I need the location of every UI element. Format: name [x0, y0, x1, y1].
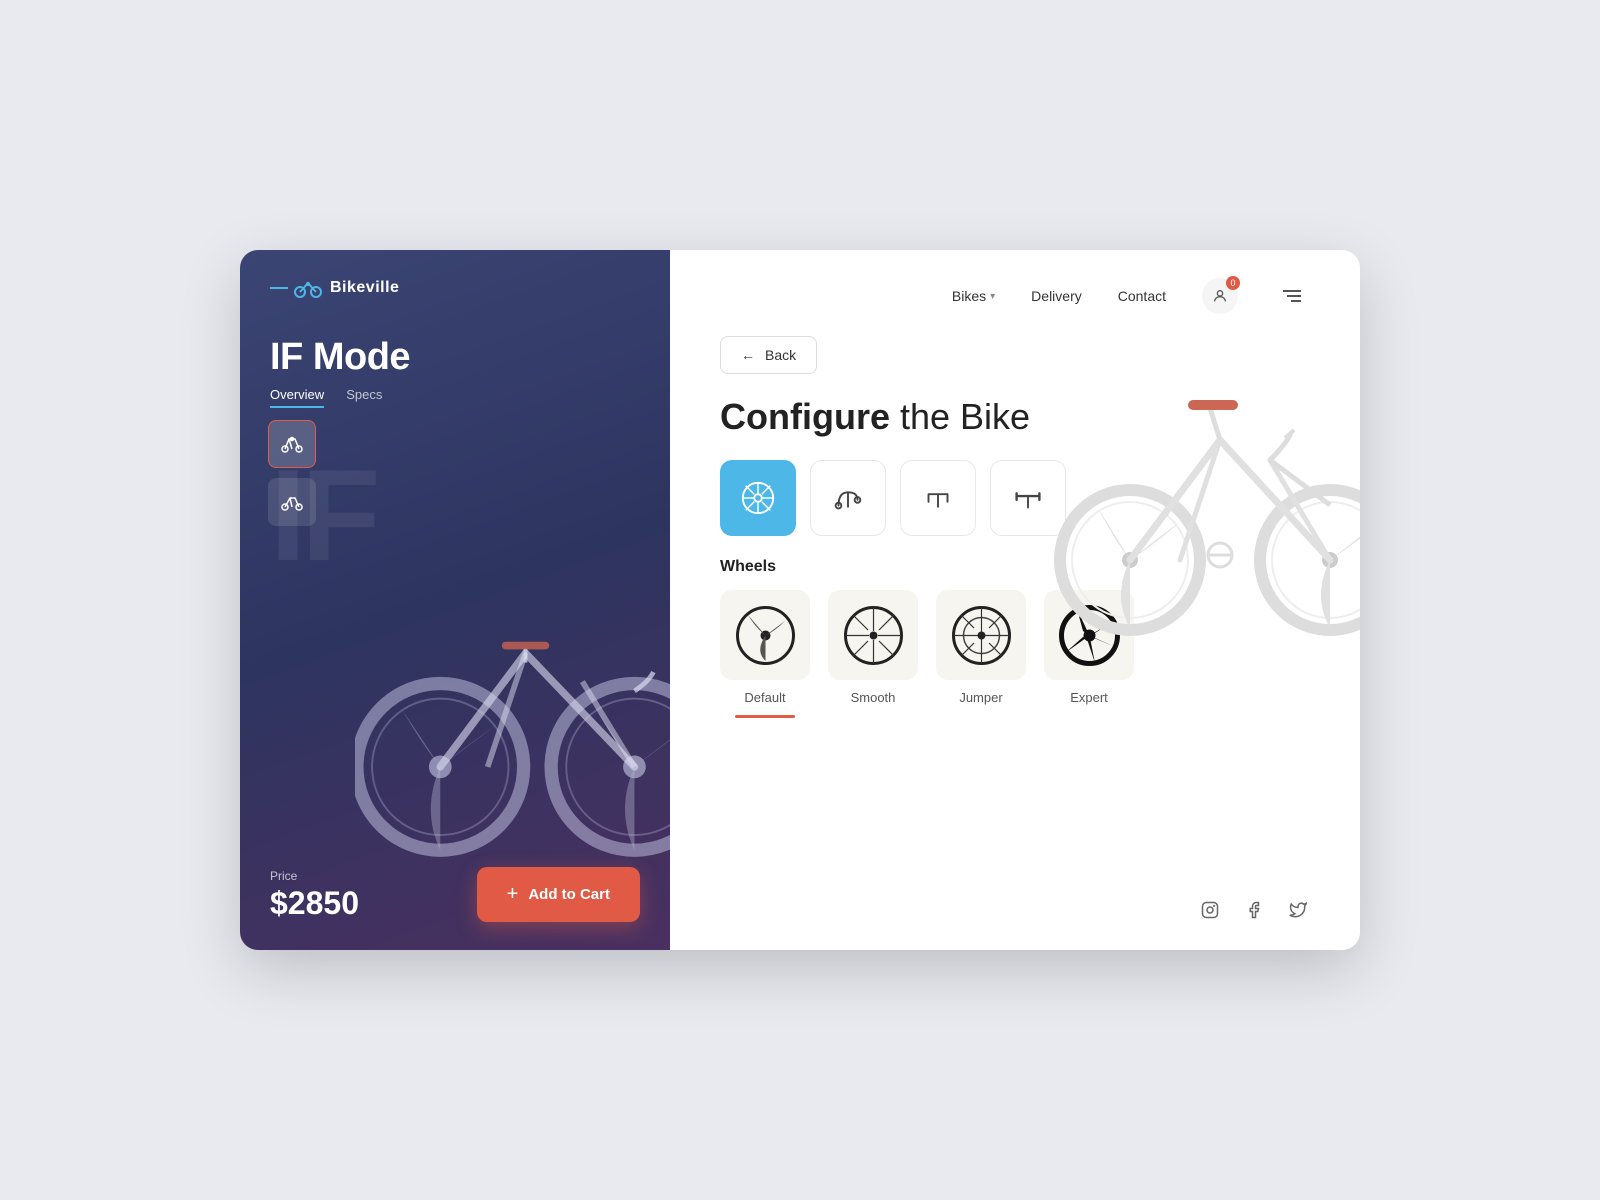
plus-icon: +	[507, 883, 519, 906]
config-icons-row	[720, 460, 1310, 536]
thumb-bike-full[interactable]	[268, 420, 316, 468]
wheel-img-jumper	[936, 590, 1026, 680]
bottom-bar: Price $2850 + Add to Cart	[270, 867, 640, 922]
facebook-icon[interactable]	[1242, 898, 1266, 922]
wheel-img-default	[720, 590, 810, 680]
config-icon-handlebar-curved[interactable]	[810, 460, 886, 536]
nav-contact[interactable]: Contact	[1118, 288, 1166, 304]
config-icon-wheel[interactable]	[720, 460, 796, 536]
wheel-option-default[interactable]: Default	[720, 590, 810, 718]
wheel-underline-jumper	[951, 715, 1011, 718]
logo-area: Bikeville	[270, 278, 640, 298]
wheel-img-expert	[1044, 590, 1134, 680]
wheel-img-smooth	[828, 590, 918, 680]
configure-heading: Configure the Bike	[720, 396, 1310, 438]
cart-badge: 0	[1226, 276, 1240, 290]
right-panel: Bikes ▾ Delivery Contact 0	[670, 250, 1360, 950]
wheel-underline-default	[735, 715, 795, 718]
tab-specs[interactable]: Specs	[346, 387, 382, 408]
tab-overview[interactable]: Overview	[270, 387, 324, 408]
logo-icon	[270, 278, 322, 298]
twitter-icon[interactable]	[1286, 898, 1310, 922]
price-area: Price $2850	[270, 869, 359, 922]
thumbnails	[268, 420, 316, 526]
wheel-label-smooth: Smooth	[851, 690, 896, 705]
instagram-icon[interactable]	[1198, 898, 1222, 922]
wheel-label-jumper: Jumper	[959, 690, 1002, 705]
nav-delivery[interactable]: Delivery	[1031, 288, 1082, 304]
chevron-down-icon: ▾	[990, 291, 995, 302]
wheel-underline-expert	[1059, 715, 1119, 718]
wheels-section-label: Wheels	[720, 558, 1310, 576]
wheel-underline-smooth	[843, 715, 903, 718]
nav-bar: Bikes ▾ Delivery Contact 0	[720, 278, 1310, 314]
nav-bikes[interactable]: Bikes ▾	[952, 288, 995, 304]
price-value: $2850	[270, 885, 359, 922]
wheel-option-expert[interactable]: Expert	[1044, 590, 1134, 718]
product-name: IF Mode	[270, 336, 640, 379]
user-icon-button[interactable]: 0	[1202, 278, 1238, 314]
wheel-label-default: Default	[744, 690, 785, 705]
tabs-row: Overview Specs	[270, 387, 640, 408]
brand-name: Bikeville	[330, 279, 399, 297]
wheel-option-jumper[interactable]: Jumper	[936, 590, 1026, 718]
price-label: Price	[270, 869, 359, 883]
wheel-option-smooth[interactable]: Smooth	[828, 590, 918, 718]
add-to-cart-label: Add to Cart	[528, 886, 610, 903]
config-icon-handlebar-flat[interactable]	[990, 460, 1066, 536]
social-row	[1198, 898, 1310, 922]
main-container: Bikeville IF Mode Overview Specs IF	[240, 250, 1360, 950]
back-button[interactable]: ← Back	[720, 336, 817, 374]
add-to-cart-button[interactable]: + Add to Cart	[477, 867, 640, 922]
wheel-label-expert: Expert	[1070, 690, 1108, 705]
left-panel: Bikeville IF Mode Overview Specs IF	[240, 250, 670, 950]
thumb-bike-side[interactable]	[268, 478, 316, 526]
back-arrow-icon: ←	[741, 347, 755, 363]
menu-icon-button[interactable]	[1274, 278, 1310, 314]
wheels-row: Default	[720, 590, 1310, 718]
config-icon-handlebar-drop[interactable]	[900, 460, 976, 536]
bike-image-left	[300, 490, 670, 870]
